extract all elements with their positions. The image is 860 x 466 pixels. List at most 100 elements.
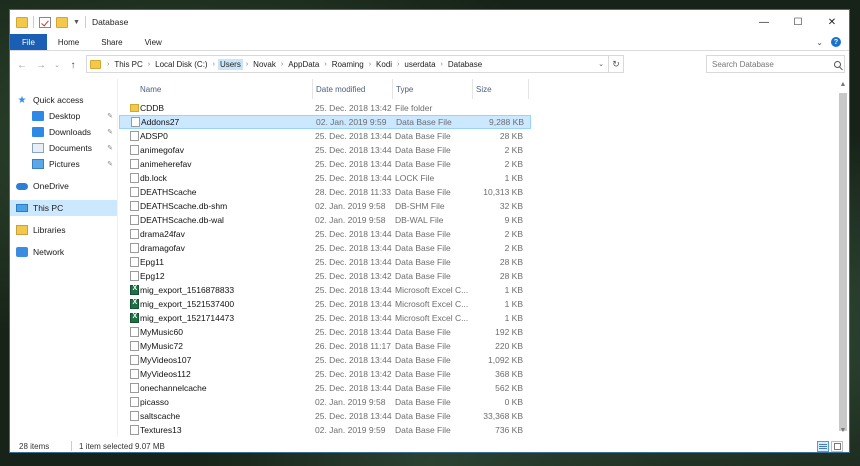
breadcrumb-local-disk[interactable]: Local Disk (C:) — [153, 59, 209, 70]
navigation-bar: ← → ⌄ ↑ › This PC › Local Disk (C:) › Us… — [10, 51, 849, 79]
properties-icon[interactable] — [39, 16, 51, 28]
table-row[interactable]: Epg12 25. Dec. 2018 13:42 Data Base File 28… — [119, 269, 531, 283]
table-row[interactable]: drama24fav 25. Dec. 2018 13:44 Data Base F… — [119, 227, 531, 241]
pin-icon[interactable]: ✎ — [106, 160, 114, 168]
search-box[interactable] — [706, 55, 845, 73]
help-icon[interactable]: ? — [831, 37, 841, 47]
table-row[interactable]: MyVideos107 25. Dec. 2018 13:44 Data Base … — [119, 353, 531, 367]
title-bar: ▼ Database — ☐ ✕ — [10, 10, 849, 34]
table-row[interactable]: animeherefav 25. Dec. 2018 13:44 Data Base… — [119, 157, 531, 171]
table-row[interactable]: db.lock 25. Dec. 2018 13:44 LOCK File 1 KB — [119, 171, 531, 185]
file-type: Data Base File — [395, 341, 451, 351]
sidebar-item-downloads[interactable]: Downloads ✎ — [10, 124, 117, 140]
recent-locations-icon[interactable]: ⌄ — [53, 61, 61, 69]
table-row[interactable]: MyVideos112 25. Dec. 2018 13:42 Data Base … — [119, 367, 531, 381]
table-row[interactable]: Addons27 02. Jan. 2019 9:59 Data Base File… — [119, 115, 531, 129]
sidebar-item-this-pc[interactable]: This PC — [10, 200, 117, 216]
sidebar-item-onedrive[interactable]: OneDrive — [10, 178, 117, 194]
large-icons-view-icon[interactable] — [831, 440, 843, 452]
tab-share[interactable]: Share — [90, 34, 133, 50]
table-row[interactable]: animegofav 25. Dec. 2018 13:44 Data Base F… — [119, 143, 531, 157]
scrollbar-thumb[interactable] — [839, 93, 847, 431]
file-icon — [130, 341, 139, 351]
refresh-icon[interactable]: ↻ — [608, 56, 623, 72]
pin-icon[interactable]: ✎ — [106, 128, 114, 136]
table-row[interactable]: DEATHScache.db-wal 02. Jan. 2019 9:58 DB-W… — [119, 213, 531, 227]
table-row[interactable]: CDDB 25. Dec. 2018 13:42 File folder — [119, 101, 531, 115]
table-row[interactable]: DEATHScache 28. Dec. 2018 11:33 Data Base … — [119, 185, 531, 199]
address-dropdown-icon[interactable]: ⌄ — [594, 60, 608, 68]
file-type: Data Base File — [395, 327, 451, 337]
breadcrumb-roaming[interactable]: Roaming — [330, 59, 366, 70]
sidebar-item-pictures[interactable]: Pictures ✎ — [10, 156, 117, 172]
file-type: Data Base File — [395, 257, 451, 267]
table-row[interactable]: ADSP0 25. Dec. 2018 13:44 Data Base File 28… — [119, 129, 531, 143]
breadcrumb-userdata[interactable]: userdata — [402, 59, 437, 70]
column-header-name[interactable]: Name — [136, 79, 312, 99]
file-type: LOCK File — [395, 173, 435, 183]
column-header-date[interactable]: Date modified — [312, 79, 392, 99]
window-controls: — ☐ ✕ — [747, 10, 849, 34]
breadcrumb-database[interactable]: Database — [446, 59, 484, 70]
table-row[interactable]: mig_export_1516878833 25. Dec. 2018 13:44… — [119, 283, 531, 297]
maximize-button[interactable]: ☐ — [781, 10, 815, 34]
minimize-button[interactable]: — — [747, 10, 781, 34]
ribbon-tabs: File Home Share View ⌄ ? — [10, 34, 849, 51]
up-arrow-icon[interactable]: ↑ — [66, 60, 80, 71]
breadcrumb-novak[interactable]: Novak — [251, 59, 278, 70]
folder-icon — [16, 16, 28, 28]
table-row[interactable]: mig_export_1521537400 25. Dec. 2018 13:44… — [119, 297, 531, 311]
file-date: 02. Jan. 2019 9:58 — [315, 215, 386, 225]
search-icon[interactable] — [830, 60, 844, 68]
file-type: Data Base File — [395, 243, 451, 253]
table-row[interactable]: Textures13 02. Jan. 2019 9:59 Data Base Fi… — [119, 423, 531, 437]
file-name: animegofav — [140, 145, 184, 155]
pin-icon[interactable]: ✎ — [106, 112, 114, 120]
forward-arrow-icon[interactable]: → — [34, 60, 48, 71]
expand-ribbon-icon[interactable]: ⌄ — [816, 38, 823, 47]
column-header-type[interactable]: Type — [392, 79, 472, 99]
table-row[interactable]: dramagofav 25. Dec. 2018 13:44 Data Base F… — [119, 241, 531, 255]
tab-view[interactable]: View — [134, 34, 173, 50]
tab-file[interactable]: File — [10, 34, 47, 50]
file-name: CDDB — [140, 103, 165, 113]
pin-icon[interactable]: ✎ — [106, 144, 114, 152]
search-input[interactable] — [712, 59, 822, 69]
status-bar: 28 items 1 item selected 9.07 MB — [10, 438, 849, 452]
file-date: 25. Dec. 2018 13:44 — [315, 257, 392, 267]
file-icon — [130, 145, 139, 155]
breadcrumb-users[interactable]: Users — [217, 58, 243, 70]
table-row[interactable]: saltscache 25. Dec. 2018 13:44 Data Base F… — [119, 409, 531, 423]
customize-toolbar-icon[interactable]: ▼ — [73, 19, 80, 26]
details-view-icon[interactable] — [817, 440, 829, 452]
sidebar-item-libraries[interactable]: Libraries — [10, 222, 117, 238]
sidebar-item-quick-access[interactable]: ★ Quick access — [10, 92, 117, 108]
breadcrumb-this-pc[interactable]: This PC — [112, 59, 144, 70]
table-row[interactable]: onechannelcache 25. Dec. 2018 13:44 Data B… — [119, 381, 531, 395]
file-name: MyVideos112 — [140, 369, 191, 379]
table-row[interactable]: picasso 02. Jan. 2019 9:58 Data Base File 0… — [119, 395, 531, 409]
file-icon — [130, 369, 139, 379]
new-folder-icon[interactable] — [56, 16, 68, 28]
breadcrumb-kodi[interactable]: Kodi — [374, 59, 394, 70]
file-name: animeherefav — [140, 159, 192, 169]
column-header-size[interactable]: Size — [472, 79, 528, 99]
back-arrow-icon[interactable]: ← — [15, 60, 29, 71]
table-row[interactable]: MyMusic72 26. Dec. 2018 11:17 Data Base Fi… — [119, 339, 531, 353]
address-bar[interactable]: › This PC › Local Disk (C:) › Users › No… — [86, 55, 624, 73]
sidebar-item-documents[interactable]: Documents ✎ — [10, 140, 117, 156]
table-row[interactable]: mig_export_1521714473 25. Dec. 2018 13:44… — [119, 311, 531, 325]
table-row[interactable]: Epg11 25. Dec. 2018 13:44 Data Base File 28… — [119, 255, 531, 269]
sidebar-item-desktop[interactable]: Desktop ✎ — [10, 108, 117, 124]
close-button[interactable]: ✕ — [815, 10, 849, 34]
table-row[interactable]: DEATHScache.db-shm 02. Jan. 2019 9:58 DB-S… — [119, 199, 531, 213]
scroll-up-icon[interactable]: ▲ — [836, 79, 849, 91]
vertical-scrollbar[interactable]: ▲ ▼ — [836, 79, 849, 437]
sidebar-item-network[interactable]: Network — [10, 244, 117, 260]
breadcrumb-appdata[interactable]: AppData — [286, 59, 321, 70]
scroll-down-icon[interactable]: ▼ — [836, 425, 849, 437]
tab-home[interactable]: Home — [47, 34, 90, 50]
file-date: 25. Dec. 2018 13:44 — [315, 243, 392, 253]
file-date: 25. Dec. 2018 13:44 — [315, 229, 392, 239]
table-row[interactable]: MyMusic60 25. Dec. 2018 13:44 Data Base Fi… — [119, 325, 531, 339]
